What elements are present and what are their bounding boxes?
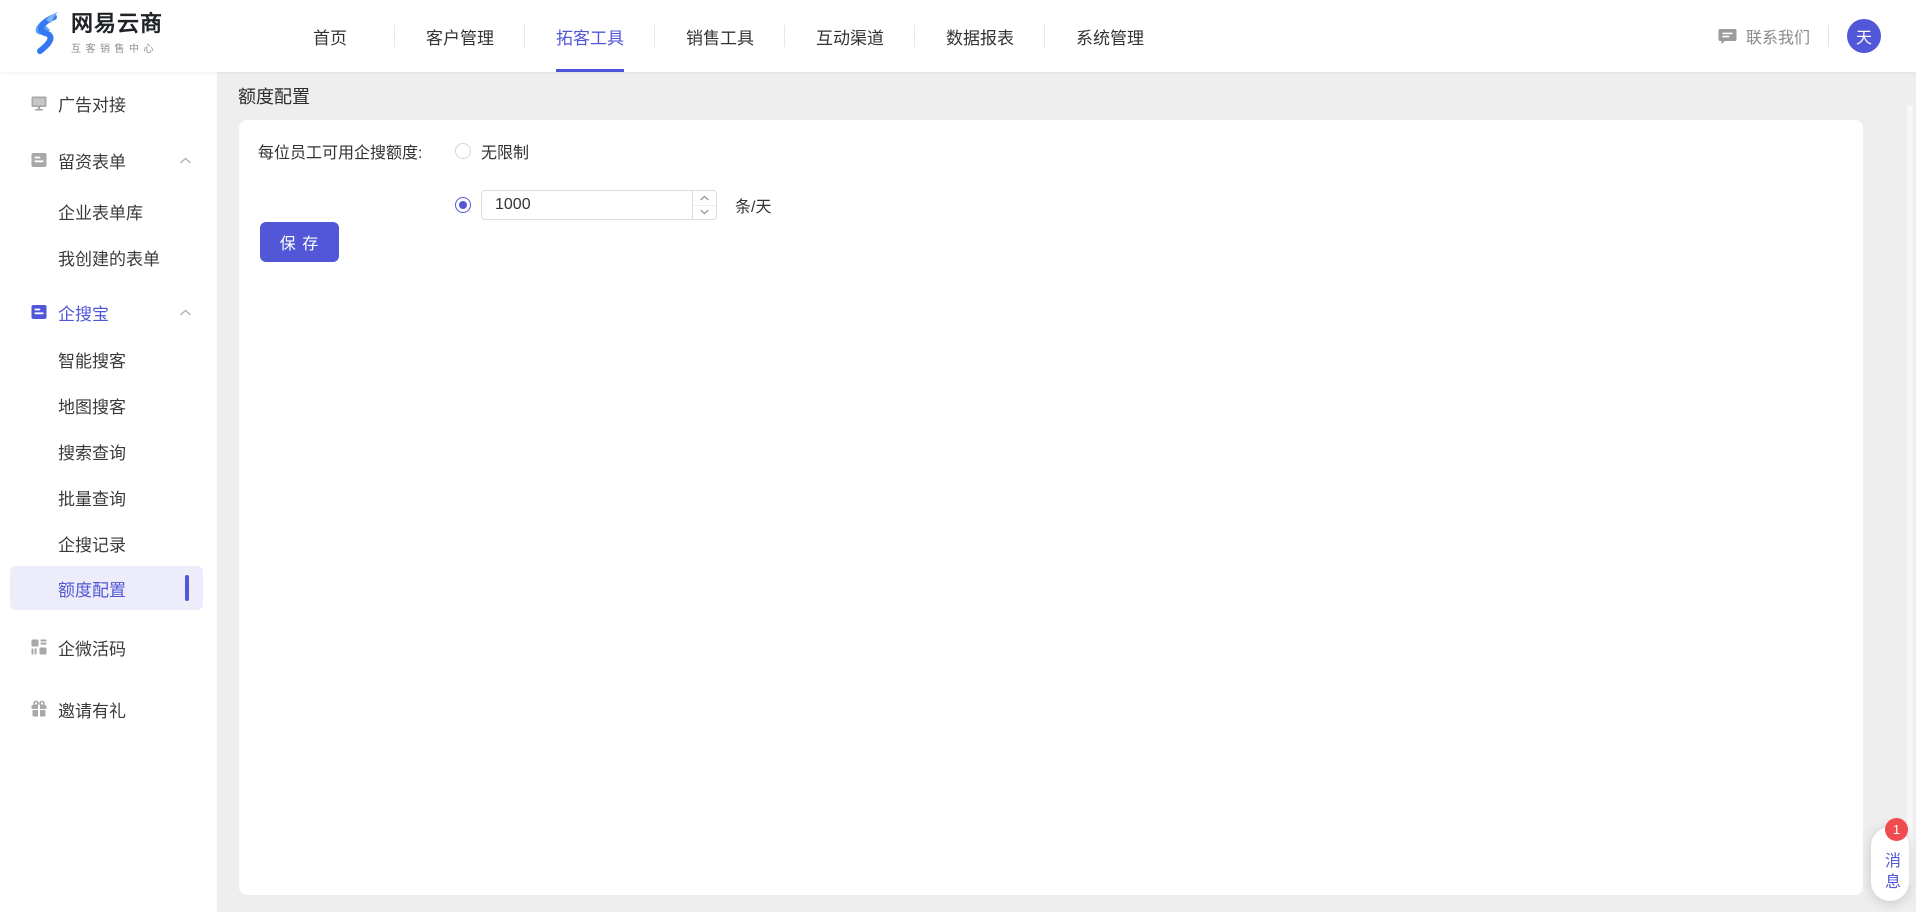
radio-unlimited-label: 无限制 <box>481 139 529 163</box>
sidebar-item-label: 企搜记录 <box>58 531 126 556</box>
nav-item-prospecting-tools[interactable]: 拓客工具 <box>525 0 655 72</box>
contact-us-button[interactable]: 联系我们 <box>1718 24 1810 48</box>
gift-icon <box>30 700 48 718</box>
sidebar-item-smart-search[interactable]: 智能搜客 <box>0 336 217 382</box>
quota-form-label: 每位员工可用企搜额度: <box>258 139 455 163</box>
header-right-cluster: 联系我们 天 <box>1718 0 1881 72</box>
sidebar-group-qisoubao[interactable]: 企搜宝 <box>0 288 217 336</box>
sidebar-item-invite-rewards[interactable]: 邀请有礼 <box>0 685 217 733</box>
messages-badge: 1 <box>1885 818 1908 841</box>
sidebar-item-my-forms[interactable]: 我创建的表单 <box>0 234 217 280</box>
sidebar-item-label: 企微活码 <box>58 635 126 660</box>
sidebar-item-label: 地图搜客 <box>58 393 126 418</box>
app-logo[interactable]: 网易云商 互客销售中心 <box>28 11 163 57</box>
save-button[interactable]: 保 存 <box>260 222 339 262</box>
sidebar-item-label: 额度配置 <box>58 576 126 601</box>
nav-item-home[interactable]: 首页 <box>265 0 395 72</box>
sidebar-item-search-query[interactable]: 搜索查询 <box>0 428 217 474</box>
quota-row-limited: 条/天 <box>258 190 1863 220</box>
sidebar-item-map-search[interactable]: 地图搜客 <box>0 382 217 428</box>
main-content: 额度配置 每位员工可用企搜额度: 无限制 <box>218 72 1916 912</box>
quota-unit-label: 条/天 <box>735 193 771 217</box>
sidebar-item-quota-config[interactable]: 额度配置 <box>10 566 203 610</box>
header-divider <box>1828 25 1829 47</box>
sidebar-item-ad-connect[interactable]: 广告对接 <box>0 79 217 127</box>
quota-config-card: 每位员工可用企搜额度: 无限制 <box>239 120 1863 895</box>
grid-icon <box>30 638 48 656</box>
nav-item-customer-management[interactable]: 客户管理 <box>395 0 525 72</box>
spinner-down-icon[interactable] <box>693 206 716 220</box>
page-title: 额度配置 <box>218 72 1916 120</box>
sidebar: 广告对接 留资表单 企业表单库 我创建的表单 <box>0 72 218 912</box>
nav-item-interaction-channels[interactable]: 互动渠道 <box>785 0 915 72</box>
top-nav: 首页 客户管理 拓客工具 销售工具 互动渠道 数据报表 系统管理 <box>265 0 1175 72</box>
chevron-up-icon[interactable] <box>180 157 191 164</box>
number-spinner <box>692 191 716 219</box>
sidebar-item-label: 搜索查询 <box>58 439 126 464</box>
monitor-icon <box>30 94 48 112</box>
app-header: 网易云商 互客销售中心 首页 客户管理 拓客工具 销售工具 互动渠道 数据报表 … <box>0 0 1916 72</box>
radio-daily-quota[interactable] <box>455 197 471 213</box>
avatar[interactable]: 天 <box>1847 19 1881 53</box>
quota-row-unlimited: 每位员工可用企搜额度: 无限制 <box>258 137 1863 165</box>
form-icon <box>30 151 48 169</box>
logo-title: 网易云商 <box>71 11 163 37</box>
chat-bubble-icon <box>1718 28 1737 45</box>
nav-item-sales-tools[interactable]: 销售工具 <box>655 0 785 72</box>
spinner-up-icon[interactable] <box>693 191 716 206</box>
sidebar-item-label: 我创建的表单 <box>58 245 160 270</box>
logo-icon <box>28 11 62 57</box>
sidebar-item-label: 批量查询 <box>58 485 126 510</box>
sidebar-item-label: 企搜宝 <box>58 300 109 325</box>
sidebar-item-wecom-qr[interactable]: 企微活码 <box>0 623 217 671</box>
contact-us-label: 联系我们 <box>1746 24 1810 48</box>
sidebar-item-label: 留资表单 <box>58 148 126 173</box>
sidebar-item-label: 企业表单库 <box>58 199 143 224</box>
sidebar-group-lead-forms[interactable]: 留资表单 <box>0 136 217 184</box>
messages-label: 消息 <box>1880 852 1900 894</box>
chevron-up-icon[interactable] <box>180 309 191 316</box>
sidebar-item-form-library[interactable]: 企业表单库 <box>0 188 217 234</box>
logo-subtitle: 互客销售中心 <box>71 40 163 55</box>
sidebar-item-search-records[interactable]: 企搜记录 <box>0 520 217 566</box>
quota-number-input-wrapper <box>481 190 717 220</box>
sidebar-item-batch-query[interactable]: 批量查询 <box>0 474 217 520</box>
sidebar-item-label: 广告对接 <box>58 91 126 116</box>
sidebar-item-label: 智能搜客 <box>58 347 126 372</box>
page-layout: 广告对接 留资表单 企业表单库 我创建的表单 <box>0 72 1916 912</box>
quota-input[interactable] <box>482 191 682 219</box>
page-scrollbar[interactable] <box>1907 105 1913 885</box>
nav-item-system-management[interactable]: 系统管理 <box>1045 0 1175 72</box>
sidebar-item-label: 邀请有礼 <box>58 697 126 722</box>
logo-text: 网易云商 互客销售中心 <box>71 11 163 55</box>
search-doc-icon <box>30 303 48 321</box>
nav-item-data-reports[interactable]: 数据报表 <box>915 0 1045 72</box>
radio-unlimited[interactable] <box>455 143 471 159</box>
